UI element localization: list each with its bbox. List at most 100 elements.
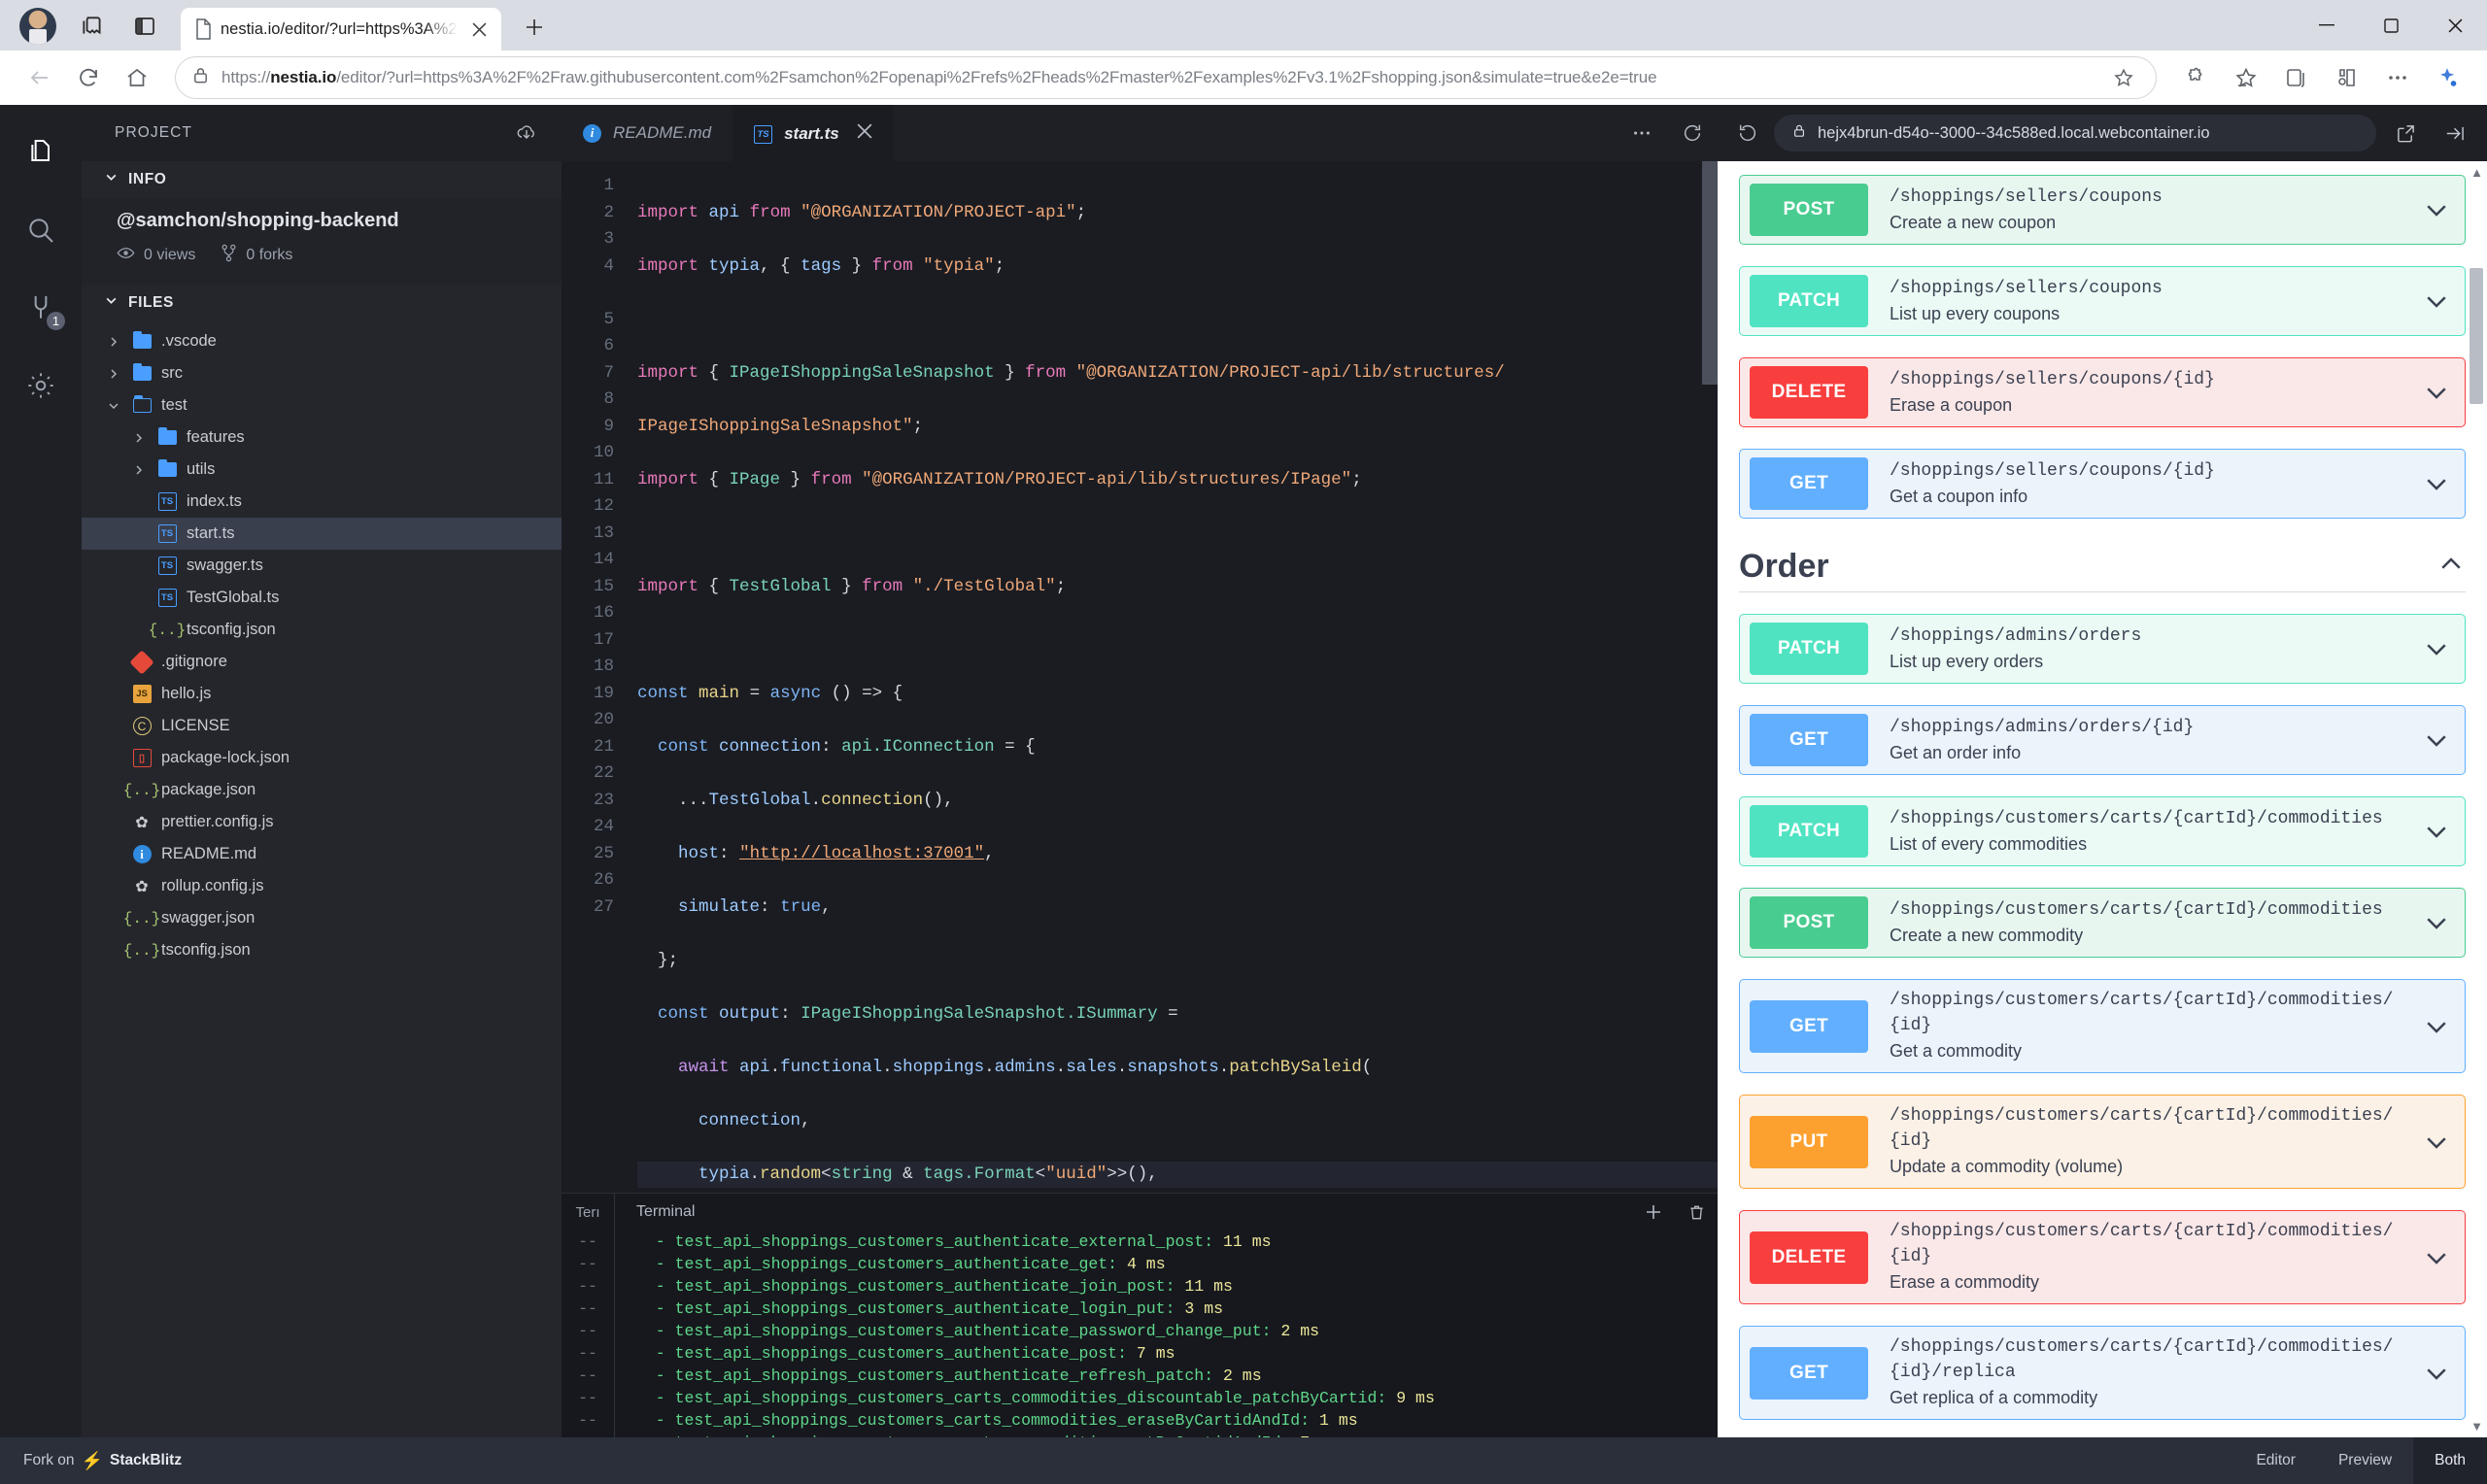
file-tree-item[interactable]: test bbox=[82, 389, 562, 422]
chevron-right-icon[interactable] bbox=[130, 432, 148, 444]
plug-icon[interactable]: 1 bbox=[17, 284, 65, 332]
swagger-operation[interactable]: PATCH/shoppings/admins/ordersList up eve… bbox=[1739, 614, 2466, 684]
info-section-header[interactable]: INFO bbox=[82, 161, 562, 198]
preview-url-bar[interactable]: hejx4brun-d54o--3000--34c588ed.local.web… bbox=[1774, 115, 2376, 152]
new-tab-button[interactable] bbox=[515, 8, 554, 47]
avatar[interactable] bbox=[19, 8, 56, 45]
copilot-icon[interactable] bbox=[2425, 55, 2470, 100]
fork-on-stackblitz-link[interactable]: Fork on ⚡ StackBlitz bbox=[23, 1451, 182, 1471]
file-tree-item[interactable]: src bbox=[82, 357, 562, 389]
swagger-ui[interactable]: POST/shoppings/sellers/couponsCreate a n… bbox=[1718, 161, 2487, 1437]
swagger-scrollbar[interactable]: ▲ ▼ bbox=[2470, 161, 2483, 1437]
browser-tab[interactable]: nestia.io/editor/?url=https%3A%2 bbox=[181, 8, 501, 51]
chevron-down-icon[interactable] bbox=[2408, 1012, 2465, 1041]
file-tree-item[interactable]: utils bbox=[82, 454, 562, 486]
swagger-section-order[interactable]: Order bbox=[1739, 548, 2466, 586]
file-tree-item[interactable]: ▯package-lock.json bbox=[82, 742, 562, 774]
collections-icon[interactable] bbox=[2273, 55, 2320, 100]
extensions-puzzle-icon[interactable] bbox=[2172, 55, 2219, 100]
editor-tab-readme[interactable]: i README.md bbox=[562, 105, 732, 161]
file-tree-item[interactable]: {..}swagger.json bbox=[82, 902, 562, 934]
swagger-operation[interactable]: GET/shoppings/sellers/coupons/{id}Get a … bbox=[1739, 449, 2466, 519]
swagger-operation[interactable]: POST/shoppings/customers/carts/{cartId}/… bbox=[1739, 888, 2466, 958]
chevron-right-icon[interactable] bbox=[105, 336, 122, 348]
home-icon[interactable] bbox=[115, 55, 159, 100]
refresh-icon[interactable] bbox=[1667, 105, 1718, 161]
files-icon[interactable] bbox=[17, 128, 65, 177]
bookmark-star-icon[interactable] bbox=[2107, 61, 2140, 94]
chevron-up-icon[interactable] bbox=[2436, 550, 2466, 584]
swagger-operation[interactable]: POST/shoppings/sellers/couponsCreate a n… bbox=[1739, 175, 2466, 245]
refresh-icon[interactable] bbox=[1731, 122, 1764, 144]
open-external-icon[interactable] bbox=[2386, 123, 2425, 144]
file-tree-item[interactable]: {..}tsconfig.json bbox=[82, 614, 562, 646]
ellipsis-icon[interactable] bbox=[1617, 105, 1667, 161]
search-icon[interactable] bbox=[17, 206, 65, 254]
chevron-down-icon[interactable] bbox=[2408, 908, 2465, 937]
arrow-right-bar-icon[interactable] bbox=[2435, 123, 2473, 144]
file-tree-item[interactable]: ✿rollup.config.js bbox=[82, 870, 562, 902]
browser-essentials-icon[interactable] bbox=[2324, 55, 2370, 100]
file-tree-item[interactable]: .vscode bbox=[82, 325, 562, 357]
scrollbar-thumb[interactable] bbox=[2470, 268, 2483, 404]
chevron-right-icon[interactable] bbox=[105, 368, 122, 380]
editor-scrollbar[interactable] bbox=[1702, 161, 1718, 385]
swagger-operation[interactable]: GET/shoppings/customers/carts/{cartId}/c… bbox=[1739, 979, 2466, 1073]
window-close-button[interactable] bbox=[2423, 0, 2487, 51]
file-tree-item[interactable]: features bbox=[82, 422, 562, 454]
file-tree-item[interactable]: JShello.js bbox=[82, 678, 562, 710]
chevron-down-icon[interactable] bbox=[2408, 634, 2465, 663]
gear-icon[interactable] bbox=[17, 361, 65, 410]
scroll-up-arrow-icon[interactable]: ▲ bbox=[2470, 165, 2483, 180]
chevron-down-icon[interactable] bbox=[2408, 1359, 2465, 1388]
file-tree-item[interactable]: TSTestGlobal.ts bbox=[82, 582, 562, 614]
file-tree-item[interactable]: TSstart.ts bbox=[82, 518, 562, 550]
trash-icon[interactable] bbox=[1675, 1203, 1718, 1222]
file-tree-item[interactable]: TSindex.ts bbox=[82, 486, 562, 518]
close-icon[interactable] bbox=[466, 17, 492, 42]
split-pane-icon[interactable] bbox=[124, 6, 165, 47]
favorites-icon[interactable] bbox=[2223, 55, 2269, 100]
chevron-down-icon[interactable] bbox=[2408, 817, 2465, 846]
cloud-download-icon[interactable] bbox=[515, 121, 538, 145]
view-mode-preview[interactable]: Preview bbox=[2317, 1437, 2413, 1484]
terminal-body[interactable]: -------------------------- - test_api_sh… bbox=[562, 1231, 1718, 1437]
file-tree-item[interactable]: CLICENSE bbox=[82, 710, 562, 742]
swagger-operation[interactable]: GET/shoppings/admins/orders/{id}Get an o… bbox=[1739, 705, 2466, 775]
chevron-down-icon[interactable] bbox=[2408, 725, 2465, 755]
plus-icon[interactable] bbox=[1632, 1202, 1675, 1222]
file-tree-item[interactable]: .gitignore bbox=[82, 646, 562, 678]
window-maximize-button[interactable] bbox=[2359, 0, 2423, 51]
chevron-down-icon[interactable] bbox=[2408, 469, 2465, 498]
chevron-down-icon[interactable] bbox=[2408, 195, 2465, 224]
chevron-down-icon[interactable] bbox=[105, 400, 122, 412]
chevron-down-icon[interactable] bbox=[2408, 378, 2465, 407]
reload-icon[interactable] bbox=[66, 55, 111, 100]
chevron-down-icon[interactable] bbox=[2408, 1243, 2465, 1272]
chevron-down-icon[interactable] bbox=[2408, 1128, 2465, 1157]
files-section-header[interactable]: FILES bbox=[82, 285, 562, 321]
chevron-right-icon[interactable] bbox=[130, 464, 148, 476]
swagger-operation[interactable]: PATCH/shoppings/customers/carts/{cartId}… bbox=[1739, 796, 2466, 866]
swagger-operation[interactable]: GET/shoppings/customers/carts/{cartId}/c… bbox=[1739, 1326, 2466, 1420]
view-mode-both[interactable]: Both bbox=[2413, 1437, 2487, 1484]
file-tree-item[interactable]: ✿prettier.config.js bbox=[82, 806, 562, 838]
file-tree-item[interactable]: {..}tsconfig.json bbox=[82, 934, 562, 966]
view-mode-editor[interactable]: Editor bbox=[2234, 1437, 2317, 1484]
window-minimize-button[interactable] bbox=[2295, 0, 2359, 51]
terminal-tab-truncated[interactable]: Terı bbox=[562, 1204, 614, 1221]
more-options-icon[interactable] bbox=[2374, 55, 2421, 100]
swagger-operation[interactable]: DELETE/shoppings/sellers/coupons/{id}Era… bbox=[1739, 357, 2466, 427]
file-tree-item[interactable]: iREADME.md bbox=[82, 838, 562, 870]
address-bar[interactable]: https://nestia.io/editor/?url=https%3A%2… bbox=[175, 56, 2157, 99]
file-tree-item[interactable]: TSswagger.ts bbox=[82, 550, 562, 582]
tab-collections-icon[interactable] bbox=[72, 6, 113, 47]
file-tree-item[interactable]: {..}package.json bbox=[82, 774, 562, 806]
chevron-down-icon[interactable] bbox=[2408, 287, 2465, 316]
swagger-operation[interactable]: PATCH/shoppings/sellers/couponsList up e… bbox=[1739, 266, 2466, 336]
swagger-operation[interactable]: DELETE/shoppings/customers/carts/{cartId… bbox=[1739, 1210, 2466, 1304]
editor-tab-start-ts[interactable]: TS start.ts bbox=[732, 105, 894, 161]
close-icon[interactable] bbox=[857, 123, 872, 145]
code-editor[interactable]: 1234056789101112131415161718192021222324… bbox=[562, 161, 1718, 1193]
code-content[interactable]: import api from "@ORGANIZATION/PROJECT-a… bbox=[614, 161, 1718, 1193]
